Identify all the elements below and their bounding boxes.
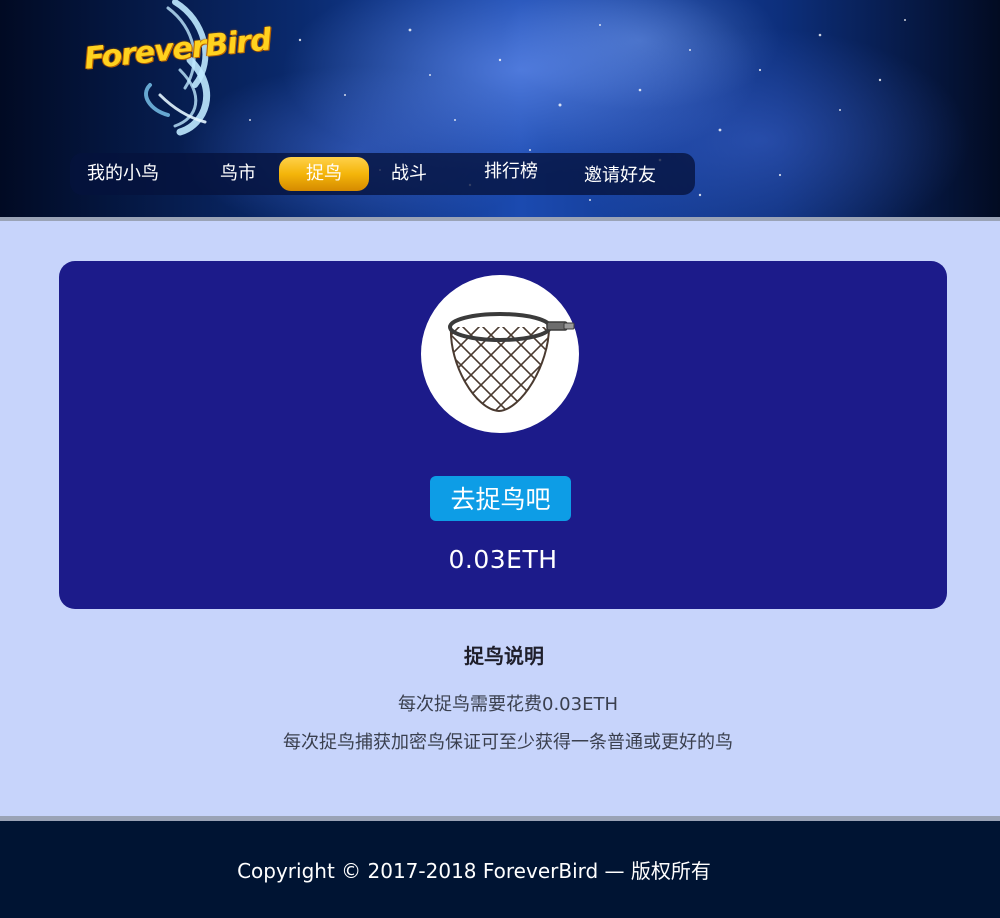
nav-catch-bird[interactable]: 捉鸟 xyxy=(279,157,369,191)
nav-bird-market[interactable]: 鸟市 xyxy=(220,153,256,195)
header-divider xyxy=(0,217,1000,221)
catching-net-icon xyxy=(448,312,575,413)
nav-leaderboard[interactable]: 排行榜 xyxy=(484,151,538,193)
main-nav: 我的小鸟 鸟市 捉鸟 战斗 排行榜 邀请好友 xyxy=(70,153,695,195)
nav-battle[interactable]: 战斗 xyxy=(391,153,427,195)
net-image-container xyxy=(421,275,579,433)
copyright-text: Copyright © 2017-2018 ForeverBird — 版权所有 xyxy=(237,859,711,883)
site-footer: Copyright © 2017-2018 ForeverBird — 版权所有 xyxy=(0,821,1000,918)
instructions-line-cost: 每次捉鸟需要花费0.03ETH xyxy=(398,694,618,715)
site-header: ForeverBird 我的小鸟 鸟市 捉鸟 战斗 排行榜 邀请好友 xyxy=(0,0,1000,217)
instructions-title: 捉鸟说明 xyxy=(464,644,544,668)
catch-price: 0.03ETH xyxy=(448,545,558,574)
nav-invite-friends[interactable]: 邀请好友 xyxy=(584,155,656,197)
catch-bird-button[interactable]: 去捉鸟吧 xyxy=(430,476,571,521)
nav-my-birds[interactable]: 我的小鸟 xyxy=(87,153,159,195)
instructions-line-guarantee: 每次捉鸟捕获加密鸟保证可至少获得一条普通或更好的鸟 xyxy=(283,732,733,753)
catch-bird-card: 去捉鸟吧 0.03ETH xyxy=(59,261,947,609)
